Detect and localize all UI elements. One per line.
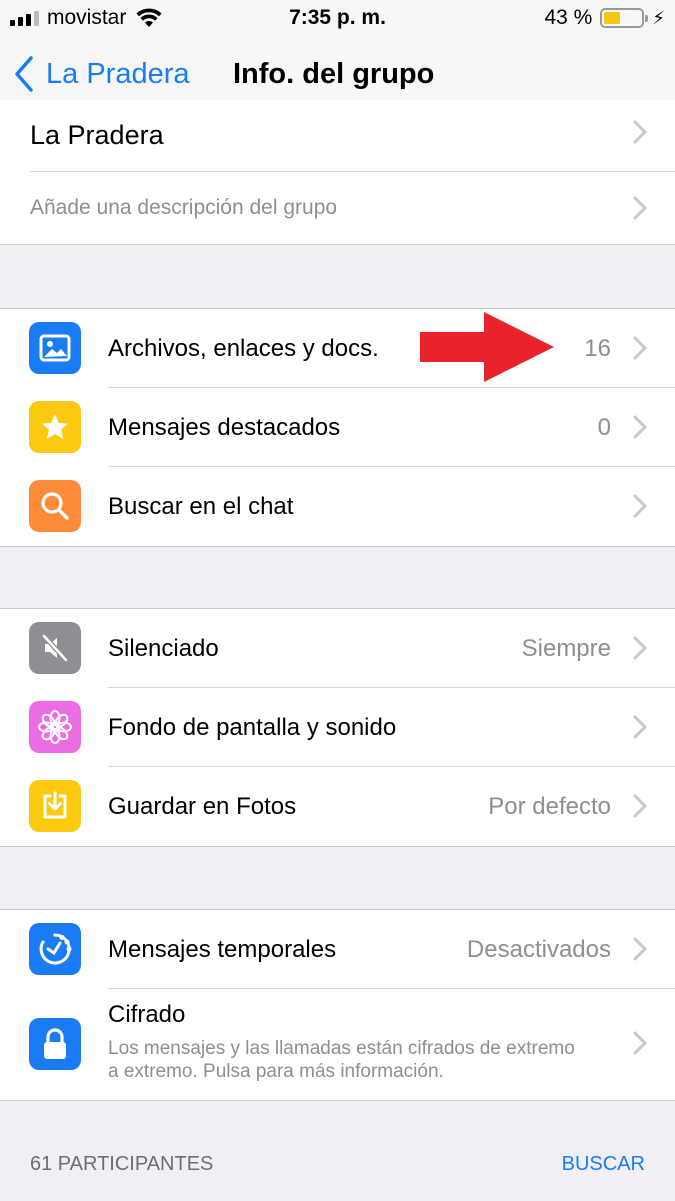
- group-info-section: La Pradera Añade una descripción del gru…: [0, 100, 675, 245]
- battery-info: 43 % ⚡: [544, 6, 665, 30]
- group-name: La Pradera: [30, 120, 164, 150]
- chevron-right-icon: [633, 1031, 647, 1055]
- row-value: Siempre: [521, 635, 611, 662]
- privacy-row-encryption[interactable]: Cifrado Los mensajes y las llamadas está…: [0, 989, 675, 1100]
- chevron-right-icon: [633, 336, 647, 360]
- privacy-row-temporal[interactable]: Mensajes temporales Desactivados: [0, 910, 675, 989]
- battery-fill: [604, 12, 620, 24]
- lock-icon: [29, 1018, 81, 1070]
- chevron-right-icon: [633, 794, 647, 818]
- media-section: Archivos, enlaces y docs. 16 Mensajes de…: [0, 308, 675, 547]
- media-row-files[interactable]: Archivos, enlaces y docs. 16: [0, 309, 675, 388]
- chevron-right-icon: [633, 120, 647, 144]
- battery-percent: 43 %: [544, 6, 593, 29]
- row-label: Fondo de pantalla y sonido: [108, 714, 397, 741]
- chevron-right-icon: [633, 636, 647, 660]
- back-button[interactable]: La Pradera: [14, 56, 190, 92]
- mute-icon: [29, 622, 81, 674]
- chevron-right-icon: [633, 494, 647, 518]
- row-label: Cifrado: [108, 1001, 186, 1028]
- row-label: Guardar en Fotos: [108, 793, 297, 820]
- chevron-right-icon: [633, 196, 647, 220]
- participants-search-button[interactable]: BUSCAR: [562, 1153, 645, 1176]
- media-row-search[interactable]: Buscar en el chat: [0, 467, 675, 546]
- timer-icon: [29, 923, 81, 975]
- chevron-right-icon: [633, 715, 647, 739]
- group-name-row[interactable]: La Pradera: [0, 100, 675, 172]
- flower-icon: [29, 701, 81, 753]
- encryption-description: Los mensajes y las llamadas están cifrad…: [108, 1038, 575, 1082]
- download-icon: [29, 780, 81, 832]
- charging-icon: ⚡: [652, 7, 665, 28]
- search-icon: [29, 480, 81, 532]
- description-placeholder: Añade una descripción del grupo: [30, 196, 338, 219]
- row-label: Mensajes destacados: [108, 414, 341, 441]
- settings-section: Silenciado Siempre Fondo de pantalla y s…: [0, 608, 675, 847]
- participants-count: 61 PARTICIPANTES: [30, 1153, 214, 1175]
- back-label: La Pradera: [46, 57, 190, 90]
- photo-icon: [29, 322, 81, 374]
- row-label: Mensajes temporales: [108, 936, 337, 963]
- row-value: 16: [584, 335, 611, 362]
- chevron-right-icon: [633, 937, 647, 961]
- settings-row-save-photos[interactable]: Guardar en Fotos Por defecto: [0, 767, 675, 846]
- row-value: 0: [597, 414, 611, 441]
- row-label: Archivos, enlaces y docs.: [108, 335, 379, 362]
- group-description-row[interactable]: Añade una descripción del grupo: [0, 172, 675, 244]
- chevron-right-icon: [633, 415, 647, 439]
- chevron-left-icon: [15, 56, 33, 92]
- battery-icon: [600, 8, 649, 28]
- settings-row-wallpaper[interactable]: Fondo de pantalla y sonido: [0, 688, 675, 767]
- row-label: Buscar en el chat: [108, 493, 294, 520]
- row-value: Desactivados: [466, 936, 611, 963]
- media-row-starred[interactable]: Mensajes destacados 0: [0, 388, 675, 467]
- privacy-section: Mensajes temporales Desactivados Cifrado…: [0, 909, 675, 1101]
- status-bar: movistar 7:35 p. m. 43 % ⚡: [0, 0, 675, 38]
- row-label: Silenciado: [108, 635, 219, 662]
- settings-row-mute[interactable]: Silenciado Siempre: [0, 609, 675, 688]
- star-icon: [29, 401, 81, 453]
- participants-header: 61 PARTICIPANTES BUSCAR: [0, 1153, 675, 1181]
- row-value: Por defecto: [488, 793, 611, 820]
- page-title: Info. del grupo: [233, 58, 435, 90]
- annotation-arrow-icon: [420, 312, 554, 382]
